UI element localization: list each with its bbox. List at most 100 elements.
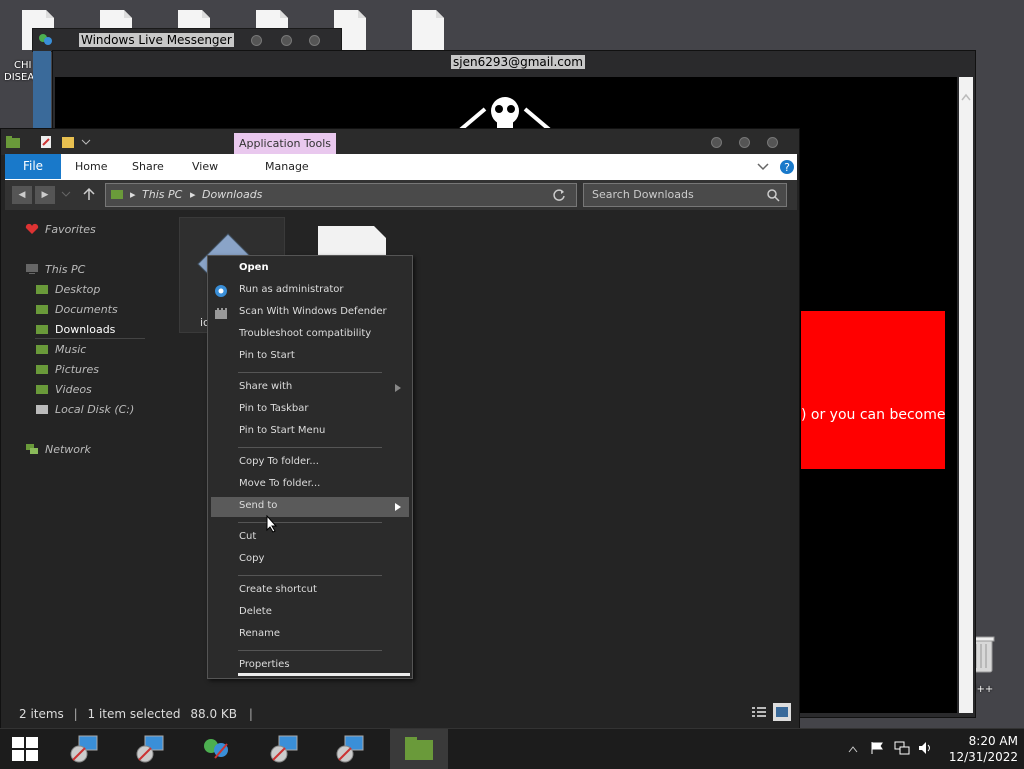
nav-favorites[interactable]: Favorites — [25, 223, 96, 236]
taskbar-messenger[interactable] — [188, 729, 246, 769]
details-view-icon[interactable] — [751, 705, 767, 719]
nav-this-pc[interactable]: This PC — [25, 263, 85, 276]
email-window-title: sjen6293@gmail.com — [451, 55, 585, 69]
menu-item-rename[interactable]: Rename — [239, 628, 280, 639]
menu-item-copy[interactable]: Copy — [239, 553, 264, 564]
ribbon-tabs: File Home Share View Manage ? — [5, 154, 797, 180]
menu-separator — [238, 575, 382, 576]
navigation-bar: ◀ ▶ ▸ This PC ▸ Downloads Search Downloa… — [5, 180, 797, 210]
nav-local-disk[interactable]: Local Disk (C:) — [35, 403, 134, 416]
chevron-down-icon[interactable] — [757, 162, 769, 172]
network-icon — [26, 444, 38, 454]
address-bar[interactable]: ▸ This PC ▸ Downloads — [105, 183, 577, 207]
menu-item-create-shortcut[interactable]: Create shortcut — [239, 584, 317, 595]
tab-view[interactable]: View — [192, 160, 218, 173]
nav-documents[interactable]: Documents — [35, 303, 118, 316]
taskbar: 8:20 AM 12/31/2022 — [0, 728, 1024, 769]
menu-item-pin-to-taskbar[interactable]: Pin to Taskbar — [239, 403, 309, 414]
status-items: 2 items — [19, 707, 64, 721]
tab-manage[interactable]: Manage — [265, 160, 309, 173]
taskbar-file-explorer[interactable] — [390, 729, 448, 769]
shield-gear-icon — [215, 285, 227, 297]
search-icon[interactable] — [766, 188, 780, 202]
menu-item-troubleshoot[interactable]: Troubleshoot compatibility — [239, 328, 371, 339]
menu-item-copy-to-folder[interactable]: Copy To folder... — [239, 456, 319, 467]
installer-app-icon — [136, 735, 164, 763]
clock[interactable]: 8:20 AM 12/31/2022 — [949, 733, 1018, 765]
taskbar-installer-1[interactable] — [56, 729, 114, 769]
menu-item-share-with[interactable]: Share with — [239, 381, 292, 392]
forward-button[interactable]: ▶ — [34, 185, 56, 205]
nav-desktop[interactable]: Desktop — [35, 283, 100, 296]
desktop-file-icon[interactable] — [410, 8, 446, 52]
chevron-up-icon[interactable] — [961, 93, 971, 101]
chevron-up-icon[interactable] — [848, 745, 858, 753]
tab-share[interactable]: Share — [132, 160, 164, 173]
file-item[interactable] — [317, 225, 387, 259]
folder-icon — [111, 190, 123, 199]
status-selected: 1 item selected — [87, 707, 181, 721]
menu-item-move-to-folder[interactable]: Move To folder... — [239, 478, 320, 489]
search-input[interactable]: Search Downloads — [583, 183, 787, 207]
nav-downloads[interactable]: Downloads — [35, 323, 115, 336]
music-folder-icon — [36, 345, 48, 354]
close-button[interactable] — [309, 35, 320, 46]
breadcrumb-this-pc[interactable]: This PC — [142, 184, 182, 206]
mouse-cursor-icon — [266, 515, 278, 533]
tab-home[interactable]: Home — [75, 160, 107, 173]
up-arrow-icon[interactable] — [83, 187, 95, 201]
submenu-arrow-icon — [395, 384, 401, 392]
flag-icon[interactable] — [870, 741, 884, 755]
minimize-button[interactable] — [711, 137, 722, 148]
large-icons-view-icon[interactable] — [773, 703, 791, 721]
context-menu: Open Run as administrator Scan With Wind… — [207, 255, 413, 679]
menu-item-open[interactable]: Open — [239, 262, 269, 273]
folder-icon — [6, 136, 20, 148]
menu-item-pin-to-start-menu[interactable]: Pin to Start Menu — [239, 425, 325, 436]
nav-label: Pictures — [55, 363, 100, 376]
nav-music[interactable]: Music — [35, 343, 86, 356]
menu-item-scan-defender[interactable]: Scan With Windows Defender — [239, 306, 387, 317]
minimize-button[interactable] — [251, 35, 262, 46]
nav-network[interactable]: Network — [25, 443, 91, 456]
application-tools-label: Application Tools — [234, 133, 336, 155]
back-button[interactable]: ◀ — [11, 185, 33, 205]
explorer-titlebar[interactable]: Application Tools — [1, 129, 799, 155]
properties-icon[interactable] — [39, 135, 53, 149]
red-warning-text: ) or you can become — [801, 407, 946, 423]
nav-pictures[interactable]: Pictures — [35, 363, 99, 376]
maximize-button[interactable] — [281, 35, 292, 46]
chevron-down-icon[interactable] — [81, 137, 91, 147]
videos-folder-icon — [36, 385, 48, 394]
menu-bottom-bar — [238, 673, 410, 676]
menu-item-run-as-admin[interactable]: Run as administrator — [239, 284, 344, 295]
menu-item-cut[interactable]: Cut — [239, 531, 256, 542]
heart-icon — [25, 223, 39, 234]
messenger-window[interactable]: Windows Live Messenger — [32, 28, 342, 741]
taskbar-installer-2[interactable] — [122, 729, 180, 769]
refresh-icon[interactable] — [552, 188, 566, 202]
breadcrumb-downloads[interactable]: Downloads — [202, 184, 262, 206]
network-icon[interactable] — [894, 741, 910, 755]
divider — [35, 338, 145, 339]
nav-label: Downloads — [55, 323, 116, 336]
menu-item-send-to[interactable]: Send to — [239, 500, 277, 511]
tab-file[interactable]: File — [5, 154, 61, 179]
computer-icon — [26, 264, 38, 274]
menu-item-delete[interactable]: Delete — [239, 606, 272, 617]
close-button[interactable] — [767, 137, 778, 148]
chevron-down-icon[interactable] — [61, 190, 71, 198]
speaker-icon[interactable] — [918, 741, 934, 755]
help-icon[interactable]: ? — [779, 159, 795, 175]
taskbar-installer-4[interactable] — [322, 729, 380, 769]
email-scrollbar[interactable] — [959, 77, 973, 713]
taskbar-installer-3[interactable] — [256, 729, 314, 769]
nav-videos[interactable]: Videos — [35, 383, 92, 396]
windows-start-icon[interactable] — [12, 737, 38, 761]
svg-text:?: ? — [784, 161, 790, 174]
menu-item-properties[interactable]: Properties — [239, 659, 290, 670]
menu-item-pin-to-start[interactable]: Pin to Start — [239, 350, 295, 361]
search-placeholder: Search Downloads — [592, 188, 694, 201]
new-folder-icon[interactable] — [61, 135, 75, 149]
maximize-button[interactable] — [739, 137, 750, 148]
